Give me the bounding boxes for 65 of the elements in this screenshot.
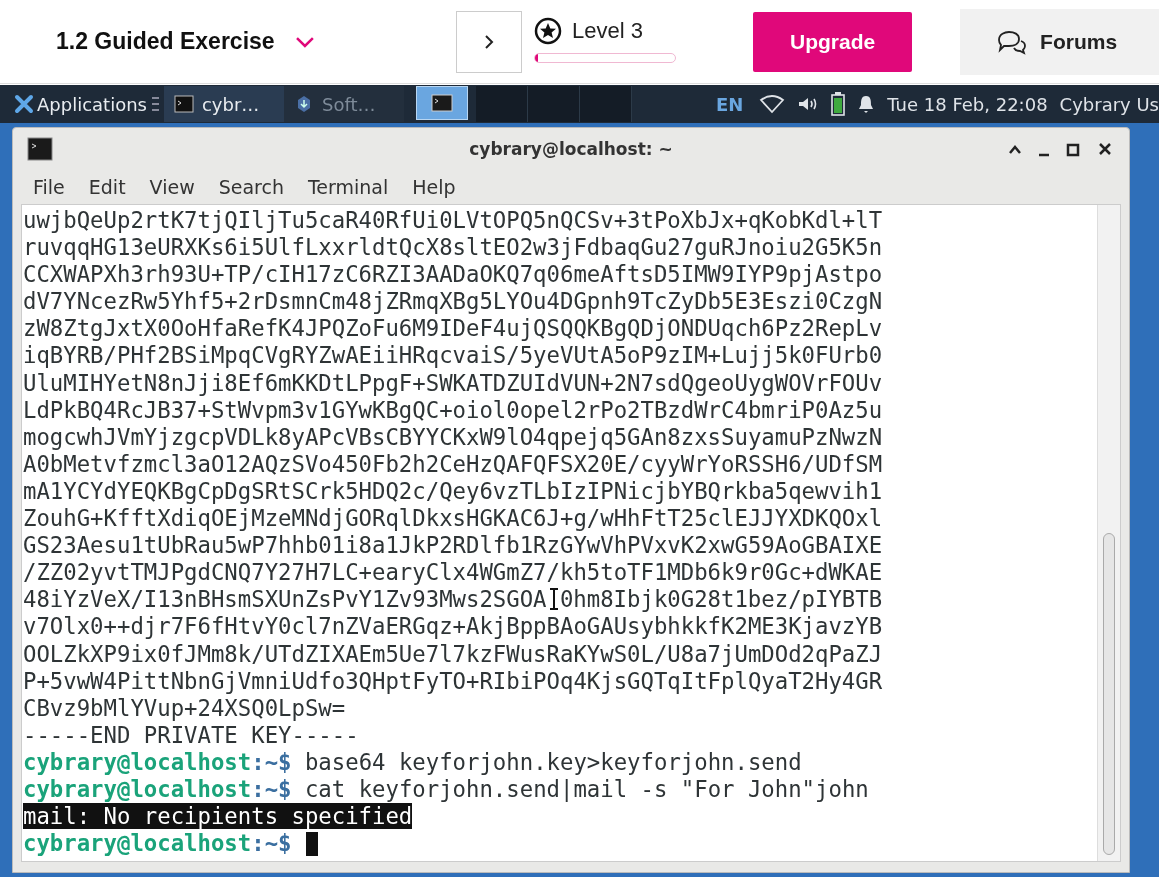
menu-item[interactable]: Help [400,176,468,198]
level-label: Level 3 [572,17,643,44]
terminal-command: cat keyforjohn.send|mail -s "For John"john [304,775,869,802]
terminal-output-line: ruvqqHG13eURXKs6i5UlfLxxrldtQcX8sltEO2w3jFdbaqGu27guRJnoiu2G5K5n [23,234,883,261]
terminal-output-line: OOLZkXP9ix0fJMm8k/UTdZIXAEm5Ue7l7kzFWusRaKYwS0L/U8a7jUmDOd2qPaZJ [23,640,883,667]
minimize-icon [1039,153,1049,157]
upgrade-button[interactable]: Upgrade [753,11,913,72]
clock[interactable]: Tue 18 Feb, 22:08 [887,93,1048,115]
prompt-user: cybrary@localhost [23,830,252,857]
scrollbar-thumb[interactable] [1103,533,1115,855]
prompt-user: cybrary@localhost [23,748,252,775]
user-menu[interactable]: Cybrary Us [1059,93,1159,115]
prompt-user: cybrary@localhost [23,775,252,802]
terminal-output-line: iqBYRB/PHf2BSiMpqCVgRYZwAEiiHRqcvaiS/5yeVUtA5oP9zIM+Lujj5k0FUrb0 [23,342,883,369]
terminal-output-line: 48iYzVeX/I13nBHsmSXUnZsPvY1Zv93Mws2SGOA [23,586,547,613]
terminal-output-line: mogcwhJVmYjzgcpVDLk8yAPcVBsCBYYCKxW9lO4qpejq5GAn8zxsSuyamuPzNwzN [23,423,883,450]
terminal-output-line: dV7YNcezRw5Yhf5+2rDsmnCm48jZRmqXBg5LYOu4DGpnh9TcZyDb5E3Eszi0CzgN [23,288,883,315]
terminal-output-line: UluMIHYetN8nJji8Ef6mKKDtLPpgF+SWKATDZUIdVUN+2N7sdQgeoUygWOVrFOUv [23,369,883,396]
terminal-output-line: GS23Aesu1tUbRau5wP7hhb01i8a1JkP2RDlfb1RzGYwVhPVxvK2xwG59AoGBAIXE [23,532,883,559]
bell-icon [857,94,876,114]
exercise-title: 1.2 Guided Exercise [56,28,275,55]
chevron-right-icon [484,33,495,50]
text-cursor [305,832,318,857]
terminal-output-line: LdPkBQ4RcJB37+StWvpm3v1GYwKBgQC+oiol0opel2rPo2TBzdWrC4bmriP0Az5u [23,396,883,423]
terminal-output-line: /ZZ02yvtTMJPgdCNQ7Y27H7LC+earyClx4WGmZ7/kh5toTF1MDb6k9r0Gc+dWKAE [23,559,883,586]
terminal-output-line: CCXWAPXh3rh93U+TP/cIH17zC6RZI3AADaOKQ7q06meAftsD5IMW9IYP9pjAstpo [23,261,883,288]
terminal-icon [430,94,453,112]
close-icon [1097,141,1113,157]
menu-item[interactable]: File [21,176,77,198]
terminal-output-line: ZouhG+KfftXdiqOEjMzeMNdjGORqlDkxsHGKAC6J+g/wHhFtT25clEJJYXDKQOxl [23,505,883,532]
prompt-path: :~$ [251,748,292,775]
taskbar-task[interactable]: Soft… [283,86,404,122]
restore-icon [1065,141,1081,157]
window-title: cybrary@localhost: ~ [469,139,673,159]
terminal-output-line: A0bMetvfzmcl3aO12AQzSVo450Fb2h2CeHzQAFQFSX20E/cyyWrYoRSSH6/UDfSM [23,450,883,477]
terminal-output-line: P+5vwW4PittNbnGjVmniUdfo3QHptFyTO+RIbiPOq4KjsGQTqItFplQyaT2Hy4GR [23,667,883,694]
terminal-output-line: 0hm8Ibjk0G28t1bez/pIYBTB [559,586,883,613]
prompt-path: :~$ [251,830,292,857]
terminal-output-line: v7Olx0++djr7F6fHtvY0cl7nZVaERGqz+AkjBppBAoGAUsybhkkfK2ME3KjavzYB [23,613,883,640]
forums-button[interactable]: Forums [960,8,1159,75]
terminal-icon [27,137,53,161]
terminal-output-line: uwjbQeUp2rtK7tjQIljTu5caR40RfUi0LVtOPQ5nQCSv+3tPoXbJx+qKobKdl+lT [23,207,883,233]
taskbar-task[interactable]: cybr… [163,86,284,122]
star-badge-icon [534,16,563,45]
menu-item[interactable]: Terminal [295,176,401,198]
menu-item[interactable]: View [137,176,207,198]
terminal-output-line: CBvz9bMlYVup+24XSQ0LpSw= [23,694,346,721]
x-logo-icon [14,94,34,114]
chat-bubbles-icon [996,28,1027,55]
keyboard-layout[interactable]: EN [715,93,744,115]
terminal-output-line: zW8ZtgJxtX0OoHfaRefK4JPQZoFu6M9IDeF4ujQSQQKBgQDjONDUqch6Pz2RepLv [23,315,883,342]
menu-item[interactable]: Edit [76,176,138,198]
terminal-icon [173,94,194,114]
prompt-path: :~$ [251,775,292,802]
terminal-command: base64 keyforjohn.key>keyforjohn.send [304,748,802,775]
menu-item[interactable]: Search [206,176,296,198]
wifi-icon [759,94,786,114]
terminal-output-line: mA1YCYdYEQKBgCpDgSRtSCrk5HDQ2c/Qey6vzTLbIzIPNicjbYBQrkba5qewvih1 [23,477,883,504]
chevron-down-icon [294,34,315,49]
next-button[interactable] [456,10,523,73]
terminal-output-line: -----END PRIVATE KEY----- [23,721,359,748]
scrollbar[interactable] [1097,205,1120,861]
menu-icon [150,95,160,113]
applications-menu[interactable]: Applications [14,93,147,115]
battery-icon [831,92,846,116]
